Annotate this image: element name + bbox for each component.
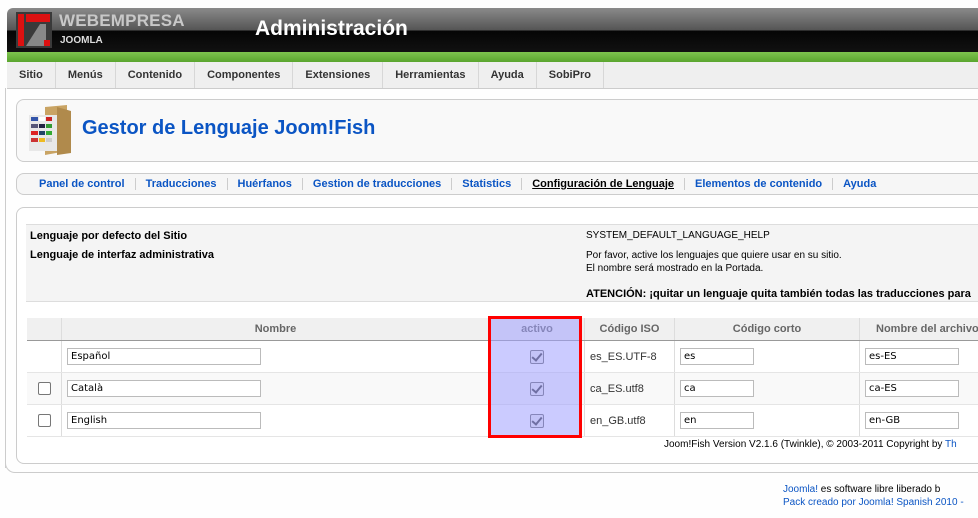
submenu-traducciones[interactable]: Traducciones	[136, 178, 227, 190]
main-menu: Sitio Menús Contenido Componentes Extens…	[7, 62, 978, 89]
brand-name: WEBEMPRESA	[59, 11, 185, 30]
language-config-table: Lenguaje por defecto del Sitio SYSTEM_DE…	[26, 224, 978, 302]
submenu-elementos-contenido[interactable]: Elementos de contenido	[685, 178, 832, 190]
version-text: Joom!Fish Version V2.1.6 (Twinkle), © 20…	[664, 439, 946, 450]
short-code-column-header[interactable]: Código corto	[674, 318, 860, 341]
instructions-line-2: El nombre será mostrado en la Portada.	[586, 263, 764, 274]
short-code-input[interactable]	[680, 348, 754, 365]
language-name-input[interactable]	[67, 380, 261, 397]
file-name-input[interactable]	[865, 412, 959, 429]
admin-interface-language-label: Lenguaje de interfaz administrativa	[30, 249, 214, 261]
footer-line-1: Joomla! es software libre liberado b	[783, 484, 940, 495]
languages-table: Nombre activo Código ISO Código corto No…	[27, 318, 978, 437]
menu-item-sobipro[interactable]: SobiPro	[537, 62, 604, 88]
page-header-box: Gestor de Lenguaje Joom!Fish	[16, 99, 978, 162]
menu-item-contenido[interactable]: Contenido	[116, 62, 196, 88]
submenu-ayuda[interactable]: Ayuda	[833, 178, 886, 190]
language-name-input[interactable]	[67, 348, 261, 365]
menu-item-componentes[interactable]: Componentes	[195, 62, 294, 88]
name-column-header[interactable]: Nombre	[61, 318, 490, 341]
page-title: Gestor de Lenguaje Joom!Fish	[82, 117, 376, 139]
table-row: ca_ES.utf8	[27, 372, 978, 405]
webempresa-logo-icon	[16, 12, 52, 48]
footer-text: es software libre liberado b	[818, 484, 941, 495]
joomfish-submenu: Panel de control Traducciones Huérfanos …	[16, 173, 978, 195]
submenu-panel-de-control[interactable]: Panel de control	[29, 178, 135, 190]
warning-text: ATENCIÓN: ¡quitar un lenguaje quita tamb…	[586, 288, 971, 300]
file-name-input[interactable]	[865, 348, 959, 365]
default-site-language-help: SYSTEM_DEFAULT_LANGUAGE_HELP	[586, 230, 770, 241]
accent-bar	[7, 52, 978, 62]
version-info: Joom!Fish Version V2.1.6 (Twinkle), © 20…	[664, 439, 957, 450]
joomla-link[interactable]: Joomla!	[783, 484, 818, 495]
menu-item-extensiones[interactable]: Extensiones	[293, 62, 384, 88]
language-name-input[interactable]	[67, 412, 261, 429]
iso-code: en_GB.utf8	[584, 404, 675, 437]
admin-header: WEBEMPRESA JOOMLA Administración	[7, 8, 978, 52]
menu-item-sitio[interactable]: Sitio	[7, 62, 56, 88]
table-row: es_ES.UTF-8	[27, 340, 978, 373]
submenu-statistics[interactable]: Statistics	[452, 178, 521, 190]
menu-item-herramientas[interactable]: Herramientas	[383, 62, 479, 88]
row-select-checkbox[interactable]	[37, 382, 51, 395]
footer-pack-link[interactable]: Pack creado por Joomla! Spanish 2010 -	[783, 497, 964, 508]
short-code-input[interactable]	[680, 412, 754, 429]
active-column-header[interactable]: activo	[489, 318, 585, 341]
submenu-huerfanos[interactable]: Huérfanos	[228, 178, 302, 190]
menu-item-menus[interactable]: Menús	[56, 62, 116, 88]
iso-code: ca_ES.utf8	[584, 372, 675, 405]
language-folder-icon	[29, 105, 71, 155]
active-checkbox[interactable]	[530, 413, 544, 428]
row-select-cell	[27, 340, 62, 373]
admin-title: Administración	[255, 17, 408, 40]
copyright-link[interactable]: Th	[945, 439, 957, 450]
iso-code: es_ES.UTF-8	[584, 340, 675, 373]
row-select-checkbox[interactable]	[37, 414, 51, 427]
brand-subtitle: JOOMLA	[60, 35, 103, 46]
file-name-input[interactable]	[865, 380, 959, 397]
select-column-header	[27, 318, 62, 341]
default-site-language-label: Lenguaje por defecto del Sitio	[30, 230, 188, 242]
table-header-row: Nombre activo Código ISO Código corto No…	[27, 318, 978, 341]
iso-column-header[interactable]: Código ISO	[584, 318, 675, 341]
instructions-line-1: Por favor, active los lenguajes que quie…	[586, 250, 842, 261]
active-checkbox[interactable]	[530, 381, 544, 396]
short-code-input[interactable]	[680, 380, 754, 397]
active-checkbox[interactable]	[530, 349, 544, 364]
menu-item-ayuda[interactable]: Ayuda	[479, 62, 537, 88]
table-row: en_GB.utf8	[27, 404, 978, 437]
submenu-gestion-traducciones[interactable]: Gestion de traducciones	[303, 178, 451, 190]
file-column-header[interactable]: Nombre del archivo	[859, 318, 978, 341]
submenu-configuracion-lenguaje[interactable]: Configuración de Lenguaje	[522, 178, 684, 190]
